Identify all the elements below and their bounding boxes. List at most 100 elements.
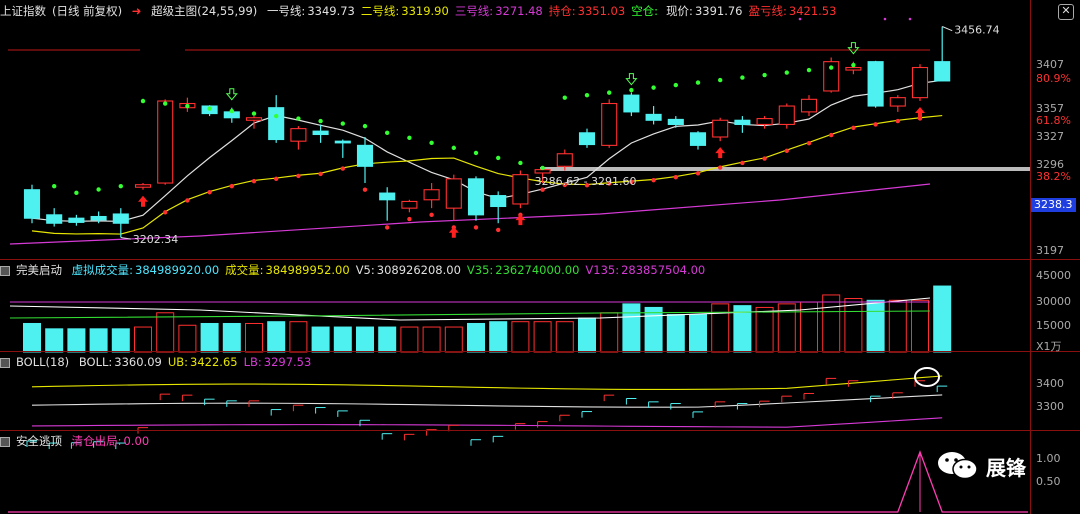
volume-legend-item: 虚拟成交量: 384989920.00 bbox=[71, 263, 220, 277]
candle bbox=[401, 200, 418, 209]
candle bbox=[756, 118, 773, 125]
signal-dot bbox=[829, 132, 834, 138]
high-price-label: 3456.74 bbox=[954, 24, 1000, 37]
volume-bar bbox=[245, 322, 263, 353]
main-legend-item: 现价: 3391.76 bbox=[666, 4, 743, 18]
signal-dot bbox=[274, 113, 279, 119]
safe-title[interactable]: 安全逃顶 bbox=[16, 434, 62, 448]
y-label: 1.00 bbox=[1036, 452, 1061, 465]
candle bbox=[800, 98, 818, 113]
panel-toggle-icon[interactable] bbox=[0, 265, 10, 276]
signal-dot bbox=[895, 118, 900, 124]
candle bbox=[90, 215, 107, 221]
signal-dot bbox=[651, 85, 656, 90]
signal-dot bbox=[451, 145, 456, 151]
signal-dot bbox=[762, 72, 767, 78]
volume-bar bbox=[400, 326, 419, 353]
boll-mid bbox=[31, 394, 943, 408]
volume-bar bbox=[289, 321, 308, 353]
candle bbox=[556, 153, 573, 167]
signal-dot bbox=[784, 70, 789, 75]
candle bbox=[356, 144, 374, 167]
y-label: 3400 bbox=[1036, 377, 1064, 390]
signal-dot bbox=[695, 171, 701, 176]
signal-dot bbox=[540, 187, 545, 192]
candle bbox=[911, 66, 929, 99]
signal-dot bbox=[740, 160, 745, 166]
signal-dot bbox=[607, 90, 612, 95]
signal-dot bbox=[207, 190, 212, 195]
indicator-name[interactable]: 超级主图 bbox=[151, 4, 197, 18]
signal-dot bbox=[629, 87, 634, 93]
candle bbox=[867, 61, 884, 107]
candle bbox=[268, 107, 285, 141]
boll-title[interactable]: BOLL(18) bbox=[16, 355, 69, 369]
volume-bar bbox=[844, 298, 863, 353]
period-label[interactable]: (日线 前复权) bbox=[52, 4, 122, 18]
boll-upper bbox=[31, 375, 943, 391]
candle bbox=[245, 117, 263, 121]
volume-legend-item: V35: 236274000.00 bbox=[466, 263, 580, 277]
volume-bar bbox=[178, 324, 197, 353]
signal-dot bbox=[429, 212, 434, 218]
signal-dot bbox=[851, 125, 856, 130]
volume-bar bbox=[444, 326, 463, 353]
sell-arrow-icon bbox=[847, 42, 860, 55]
candle bbox=[778, 105, 795, 125]
high-pointer bbox=[942, 26, 953, 32]
signal-dot bbox=[473, 225, 479, 230]
signal-dot bbox=[518, 160, 523, 166]
signal-dot bbox=[695, 80, 701, 85]
volume-bar bbox=[866, 299, 885, 353]
y-axis-divider bbox=[1030, 0, 1031, 514]
candle bbox=[46, 214, 63, 224]
safe-header: 安全逃顶 清仓出局: 0.00 bbox=[0, 432, 161, 450]
signal-dot bbox=[185, 198, 190, 203]
candle bbox=[889, 97, 906, 107]
volume-bar bbox=[511, 321, 530, 353]
close-icon[interactable]: ✕ bbox=[1058, 4, 1074, 20]
candle bbox=[157, 100, 174, 184]
range-label: 3286.62 - 3291.60 bbox=[535, 175, 637, 188]
y-label: 3197 bbox=[1036, 244, 1064, 257]
volume-legend-item: V5: 308926208.00 bbox=[355, 263, 461, 277]
up-arrow-icon: ➜ bbox=[131, 4, 142, 18]
candle bbox=[623, 94, 640, 113]
signal-dot bbox=[651, 178, 656, 183]
signal-dot bbox=[762, 156, 767, 161]
main-legend-item: 盈亏线: 3421.53 bbox=[748, 4, 837, 18]
signal-dot bbox=[407, 135, 412, 141]
candle bbox=[667, 118, 684, 125]
signal-dot bbox=[718, 77, 723, 83]
candle bbox=[490, 195, 507, 208]
signal-dot bbox=[296, 116, 301, 121]
y-label: 38.2% bbox=[1036, 170, 1071, 183]
candle bbox=[645, 113, 662, 121]
signal-dot bbox=[296, 173, 301, 179]
volume-bar bbox=[111, 328, 130, 353]
signal-dot bbox=[473, 150, 479, 156]
marker-dot bbox=[908, 17, 912, 21]
signal-dot bbox=[96, 187, 101, 192]
signal-dot bbox=[429, 140, 434, 146]
panel-toggle-icon[interactable] bbox=[0, 357, 10, 368]
signal-dot bbox=[540, 165, 545, 171]
signal-dot bbox=[784, 148, 789, 154]
y-label: 0.50 bbox=[1036, 475, 1061, 488]
index-name[interactable]: 上证指数 bbox=[0, 4, 46, 18]
y-label: 15000 bbox=[1036, 319, 1071, 332]
signal-dot bbox=[207, 106, 212, 111]
panel-toggle-icon[interactable] bbox=[0, 436, 10, 447]
signal-dot bbox=[407, 216, 412, 222]
volume-bar bbox=[333, 326, 352, 353]
volume-bar bbox=[933, 285, 952, 353]
main-legend-item: 空仓: bbox=[631, 4, 659, 18]
signal-dot bbox=[806, 67, 812, 73]
volume-bar bbox=[422, 326, 441, 353]
volume-bar bbox=[622, 303, 641, 353]
candle bbox=[423, 189, 440, 201]
volume-title[interactable]: 完美启动 bbox=[16, 263, 62, 277]
panel-divider bbox=[0, 259, 1080, 260]
watermark-text: 展锋 bbox=[986, 455, 1026, 480]
signal-dot bbox=[718, 165, 723, 170]
